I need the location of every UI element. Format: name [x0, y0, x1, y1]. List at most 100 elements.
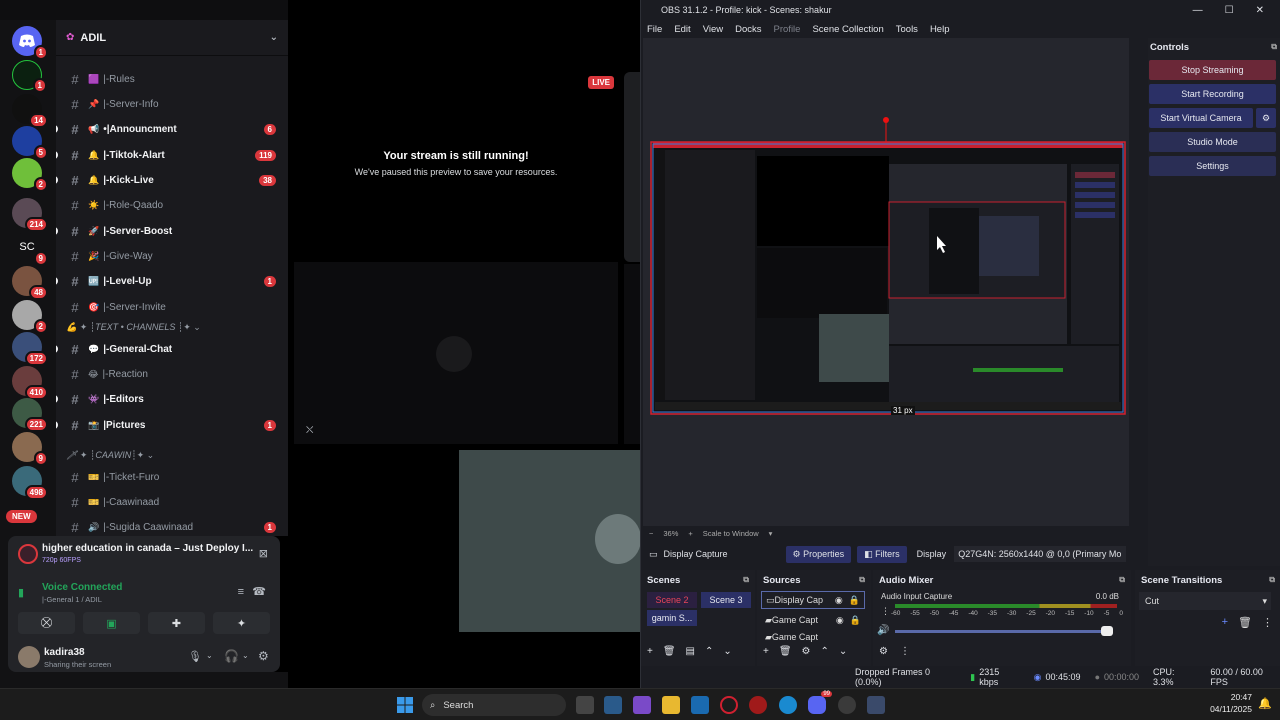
volume-slider[interactable] [895, 630, 1109, 633]
channel-item[interactable]: # 🎫 |-Ticket-Furo [56, 466, 288, 488]
channel-item[interactable]: # 🔔 |-Tiktok-Alart 119 [56, 144, 288, 166]
eye-icon[interactable]: ◉ [836, 615, 844, 626]
channel-item[interactable]: # 🔊 |-Sugida Caawinaad 1 [56, 516, 288, 536]
obs-taskbar-icon[interactable] [838, 696, 856, 714]
undock-icon[interactable]: ⧉ [859, 575, 865, 585]
source-item[interactable]: ▰ Game Capt ◉ 🔒 [761, 611, 865, 629]
move-down-icon[interactable]: ⌄ [723, 646, 731, 657]
server-icon-sc[interactable]: SC 9 [12, 232, 48, 266]
gear-icon[interactable]: ⚙ [258, 649, 269, 663]
more-icon[interactable]: ⋮ [881, 606, 890, 617]
soundboard-button[interactable]: ✦ [213, 612, 270, 634]
server-icon[interactable]: 498 [12, 466, 48, 500]
channel-item[interactable]: # 🔔 |-Kick-Live 38 [56, 169, 288, 191]
trash-icon[interactable]: 🗑 [779, 646, 792, 657]
close-button[interactable]: ✕ [1256, 5, 1264, 16]
menu-file[interactable]: File [647, 24, 662, 35]
store-icon[interactable] [604, 696, 622, 714]
plus-icon[interactable]: + [688, 529, 692, 538]
server-icon[interactable]: 172 [12, 332, 48, 366]
app-icon[interactable] [691, 696, 709, 714]
channel-item[interactable]: # 🚀 |-Server-Boost [56, 220, 288, 242]
channel-item[interactable]: # 📌 |-Server-Info [56, 93, 288, 115]
share-screen-button[interactable]: ▣ [83, 612, 140, 634]
menu-scene-collection[interactable]: Scene Collection [812, 24, 883, 35]
virtual-camera-settings-button[interactable]: ⚙ [1256, 108, 1276, 128]
undock-icon[interactable]: ⧉ [1119, 575, 1125, 585]
participant-tile[interactable] [459, 450, 641, 632]
eye-icon[interactable]: ◉ [835, 595, 843, 606]
menu-profile[interactable]: Profile [774, 24, 801, 35]
menu-view[interactable]: View [703, 24, 723, 35]
server-icon[interactable]: 410 [12, 366, 48, 400]
move-up-icon[interactable]: ⌃ [821, 646, 829, 657]
new-unreads-pill[interactable]: NEW [6, 510, 37, 523]
channel-item[interactable]: # 🎫 |-Caawinaad [56, 491, 288, 513]
server-icon[interactable]: 5 [12, 126, 48, 160]
mixer-settings-icon[interactable]: ⚙ [879, 646, 888, 657]
maximize-button[interactable]: ☐ [1225, 5, 1234, 16]
filter-icon[interactable]: ▤ [686, 646, 695, 657]
trash-icon[interactable]: 🗑 [1238, 616, 1252, 629]
menu-edit[interactable]: Edit [674, 24, 690, 35]
channel-item[interactable]: # 📢 •|Announcment 6 [56, 118, 288, 140]
undock-icon[interactable]: ⧉ [1271, 42, 1277, 52]
server-icon[interactable]: 9 [12, 432, 48, 466]
participant-tile[interactable]: ⛌ [294, 262, 618, 444]
server-icon[interactable]: 48 [12, 266, 48, 300]
channel-item[interactable]: # 🎯 |-Server-Invite [56, 296, 288, 318]
notification-bell-icon[interactable]: 🔔 [1258, 697, 1272, 710]
channel-item[interactable]: # 📸 |Pictures 1 [56, 414, 288, 436]
scene-item[interactable]: Scene 3 [701, 592, 751, 608]
channel-item[interactable]: # 😂 |-Reaction [56, 363, 288, 385]
chevron-down-icon[interactable]: ⌄ [242, 651, 249, 660]
server-icon[interactable]: 221 [12, 398, 48, 432]
display-select[interactable]: Q27G4N: 2560x1440 @ 0,0 (Primary Mo [954, 546, 1127, 562]
windows-start-icon[interactable] [396, 696, 414, 714]
menu-help[interactable]: Help [930, 24, 950, 35]
minus-icon[interactable]: − [649, 529, 653, 538]
file-explorer-icon[interactable] [662, 696, 680, 714]
more-icon[interactable]: ⋮ [900, 646, 910, 657]
activities-button[interactable]: ✚ [148, 612, 205, 634]
disconnect-icon[interactable]: ☎ [252, 585, 266, 598]
taskbar-clock[interactable]: 20:47 04/11/2025 [1210, 691, 1252, 715]
scale-mode[interactable]: Scale to Window [703, 529, 759, 538]
speaker-icon[interactable]: 🔊 [877, 625, 889, 636]
trash-icon[interactable]: 🗑 [663, 646, 676, 657]
chevron-down-icon[interactable]: ⌄ [206, 651, 213, 660]
server-icon[interactable]: 214 [12, 198, 48, 232]
gear-icon[interactable]: ⚙ [802, 646, 811, 657]
discord-taskbar-icon[interactable]: 99 [808, 691, 832, 714]
opera-icon[interactable] [720, 696, 738, 714]
server-icon[interactable]: 14 [12, 94, 48, 128]
move-up-icon[interactable]: ⌃ [705, 646, 713, 657]
filters-button[interactable]: ◧ Filters [857, 545, 907, 563]
mic-icon[interactable]: 🎙 [188, 650, 202, 663]
discord-home-icon[interactable]: 1 [12, 26, 48, 60]
app-icon[interactable] [749, 696, 767, 714]
soundboard-icon[interactable]: ≡ [238, 586, 244, 598]
add-scene-icon[interactable]: + [647, 646, 653, 657]
scene-item[interactable]: gamin S... [647, 610, 697, 626]
start-virtual-camera-button[interactable]: Start Virtual Camera [1149, 108, 1253, 128]
obs-preview[interactable]: 31 px [643, 38, 1129, 526]
source-item[interactable]: ▭ Display Cap ◉ 🔒 [761, 591, 865, 609]
chevron-down-icon[interactable]: ▾ [769, 529, 773, 538]
camera-button[interactable]: ⛒ [18, 612, 75, 634]
settings-taskbar-icon[interactable] [867, 696, 885, 714]
lock-icon[interactable]: 🔒 [850, 615, 861, 626]
task-view-icon[interactable] [576, 696, 594, 714]
channel-item[interactable]: # 👾 |-Editors [56, 388, 288, 410]
studio-mode-button[interactable]: Studio Mode [1149, 132, 1276, 152]
volume-slider-handle[interactable] [1101, 626, 1113, 636]
menu-docks[interactable]: Docks [735, 24, 761, 35]
minimize-button[interactable]: — [1193, 5, 1203, 16]
undock-icon[interactable]: ⧉ [743, 575, 749, 585]
category-header[interactable]: 🗡 ✦ ┊CAAWIN┊✦ ⌄ [66, 450, 154, 461]
start-recording-button[interactable]: Start Recording [1149, 84, 1276, 104]
add-source-icon[interactable]: + [763, 646, 769, 657]
more-icon[interactable]: ⋮ [1262, 616, 1273, 629]
server-icon-kick[interactable]: 1 [12, 60, 47, 93]
channel-item[interactable]: # 🎉 |-Give-Way [56, 245, 288, 267]
